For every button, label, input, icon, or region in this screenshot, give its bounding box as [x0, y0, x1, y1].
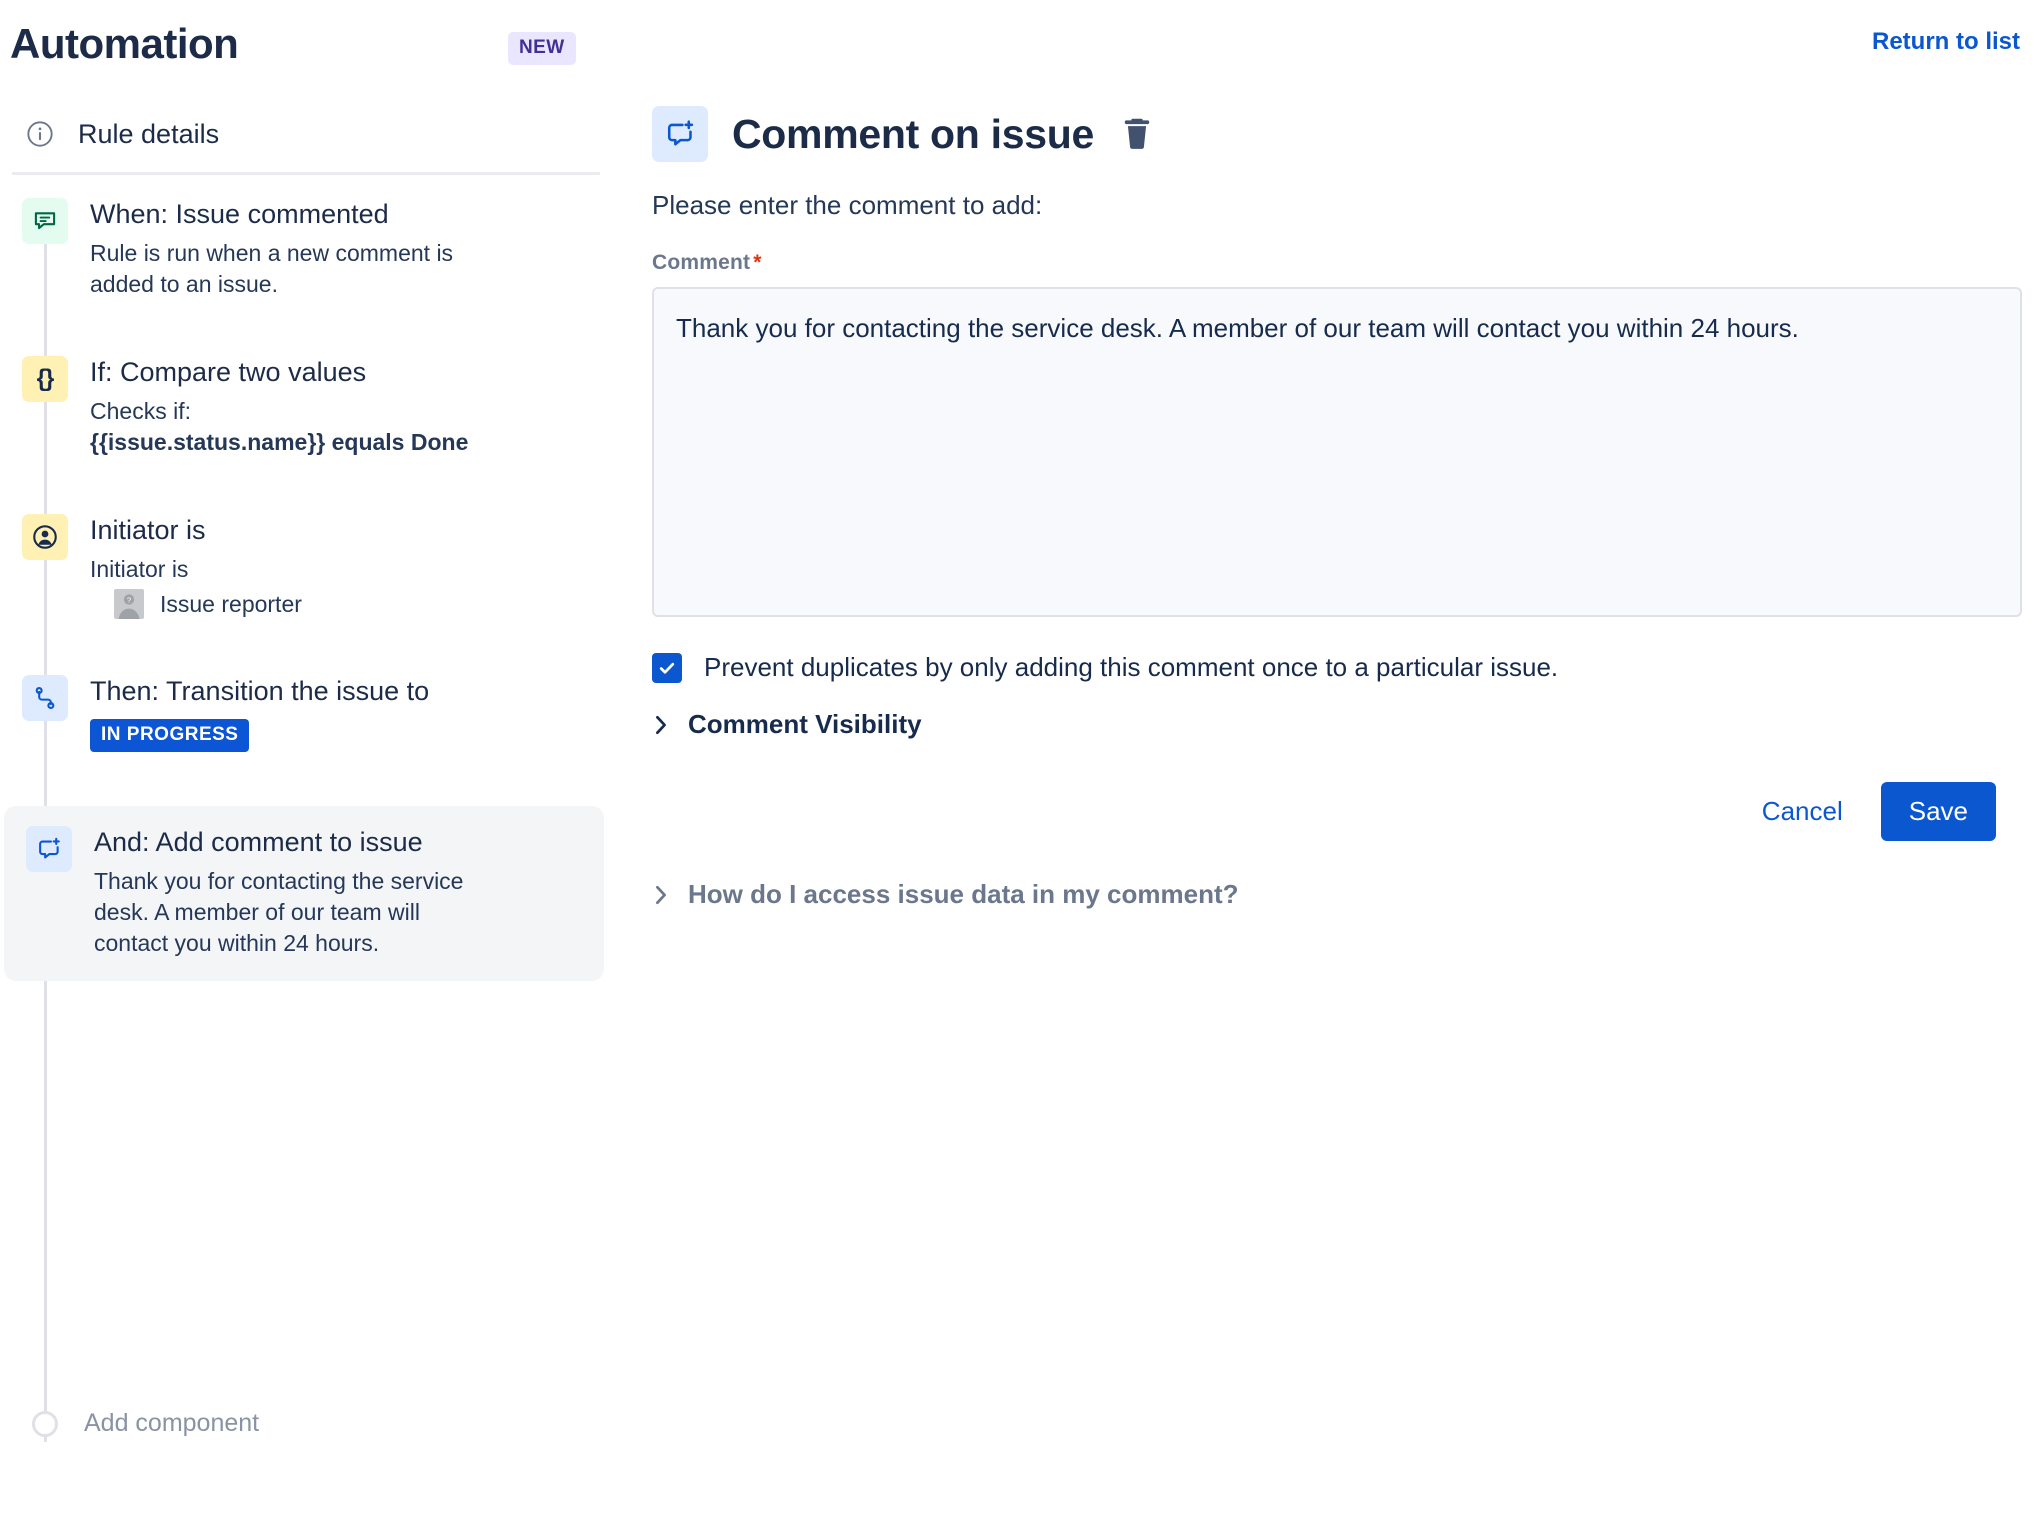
component-condition-expression: {{issue.status.name}} equals Done	[90, 429, 469, 455]
required-asterisk: *	[753, 251, 762, 274]
component-body: And: Add comment to issue Thank you for …	[94, 824, 494, 959]
new-badge: NEW	[508, 32, 576, 65]
component-body: When: Issue commented Rule is run when a…	[90, 196, 490, 300]
component-title: And: Add comment to issue	[94, 827, 423, 857]
component-title: When: Issue commented	[90, 199, 389, 229]
detail-header: Comment on issue	[652, 106, 2014, 162]
component-detail-panel: Comment on issue Please enter the commen…	[612, 96, 2036, 1518]
rule-chain-sidebar: Rule details When: Issue commented Rule …	[0, 96, 612, 1518]
prevent-duplicates-label: Prevent duplicates by only adding this c…	[704, 652, 1559, 682]
comment-visibility-expander[interactable]: Comment Visibility	[652, 709, 2014, 740]
workflow-transition-icon	[22, 675, 68, 721]
component-description: Checks if:	[90, 398, 191, 424]
person-circle-glyph	[33, 525, 57, 549]
curly-braces-glyph: {}	[36, 365, 55, 392]
comment-visibility-label: Comment Visibility	[688, 709, 922, 739]
comment-add-icon	[26, 826, 72, 872]
detail-instruction: Please enter the comment to add:	[652, 190, 1043, 220]
add-component-circle-icon	[32, 1410, 58, 1437]
component-description: Thank you for contacting the service des…	[94, 868, 464, 956]
rule-component-when-issue-commented[interactable]: When: Issue commented Rule is run when a…	[0, 196, 612, 300]
rule-component-initiator-is[interactable]: Initiator is Initiator is ? Issue report…	[0, 512, 612, 619]
comment-add-glyph	[667, 120, 694, 146]
cancel-button[interactable]: Cancel	[1746, 786, 1859, 837]
comment-input[interactable]	[652, 287, 2022, 617]
comment-label-text: Comment	[652, 251, 751, 274]
initiator-value-label: Issue reporter	[160, 590, 302, 617]
info-circle-icon	[27, 121, 53, 147]
form-actions: Cancel Save	[634, 782, 1996, 841]
component-body: Initiator is Initiator is ? Issue report…	[90, 512, 302, 619]
add-component-button[interactable]: Add component	[22, 1409, 259, 1438]
curly-braces-icon: {}	[22, 356, 68, 402]
rule-component-if-compare-two-values[interactable]: {} If: Compare two values Checks if: {{i…	[0, 354, 612, 458]
svg-text:?: ?	[127, 595, 132, 604]
component-title: If: Compare two values	[90, 357, 367, 387]
initiator-value-row: ? Issue reporter	[114, 589, 302, 619]
component-description: Initiator is	[90, 556, 189, 582]
component-body: If: Compare two values Checks if: {{issu…	[90, 354, 468, 458]
status-badge: IN PROGRESS	[90, 719, 250, 752]
prevent-duplicates-checkbox[interactable]	[652, 652, 682, 683]
automation-rule-editor: Automation NEW Return to list Rule detai…	[0, 0, 2036, 1518]
comment-add-icon	[652, 106, 708, 162]
top-header: Automation NEW Return to list	[0, 0, 2036, 96]
component-description: Rule is run when a new comment is added …	[90, 240, 454, 297]
workflow-transition-glyph	[35, 687, 55, 709]
chevron-right-icon	[656, 885, 666, 904]
rule-component-then-transition-issue[interactable]: Then: Transition the issue to IN PROGRES…	[0, 673, 612, 752]
detail-title: Comment on issue	[732, 110, 1094, 157]
save-button[interactable]: Save	[1880, 782, 1996, 841]
comment-bubble-glyph	[34, 212, 56, 230]
page-title: Automation	[10, 20, 239, 67]
rule-component-and-add-comment[interactable]: And: Add comment to issue Thank you for …	[4, 806, 604, 981]
rule-details-label: Rule details	[78, 118, 220, 149]
sidebar-divider	[12, 172, 600, 175]
comment-icon	[22, 198, 68, 244]
component-title: Then: Transition the issue to	[90, 676, 430, 706]
trash-icon[interactable]	[1120, 115, 1154, 153]
sidebar-item-rule-details[interactable]: Rule details	[0, 96, 612, 172]
person-circle-icon	[22, 514, 68, 560]
rule-components-list: When: Issue commented Rule is run when a…	[0, 196, 612, 1035]
component-title: Initiator is	[90, 515, 206, 545]
comment-add-glyph	[39, 837, 60, 859]
prevent-duplicates-row[interactable]: Prevent duplicates by only adding this c…	[652, 652, 2014, 683]
issue-data-help-expander[interactable]: How do I access issue data in my comment…	[652, 879, 2014, 910]
checkmark-icon	[659, 662, 675, 674]
component-body: Then: Transition the issue to IN PROGRES…	[90, 673, 429, 752]
comment-field-label: Comment *	[652, 251, 2014, 275]
return-to-list-link[interactable]: Return to list	[1872, 28, 2020, 56]
issue-data-help-label: How do I access issue data in my comment…	[688, 879, 1239, 909]
add-component-label: Add component	[84, 1409, 260, 1437]
avatar-placeholder-icon: ?	[114, 589, 144, 619]
chevron-right-icon	[656, 715, 666, 734]
